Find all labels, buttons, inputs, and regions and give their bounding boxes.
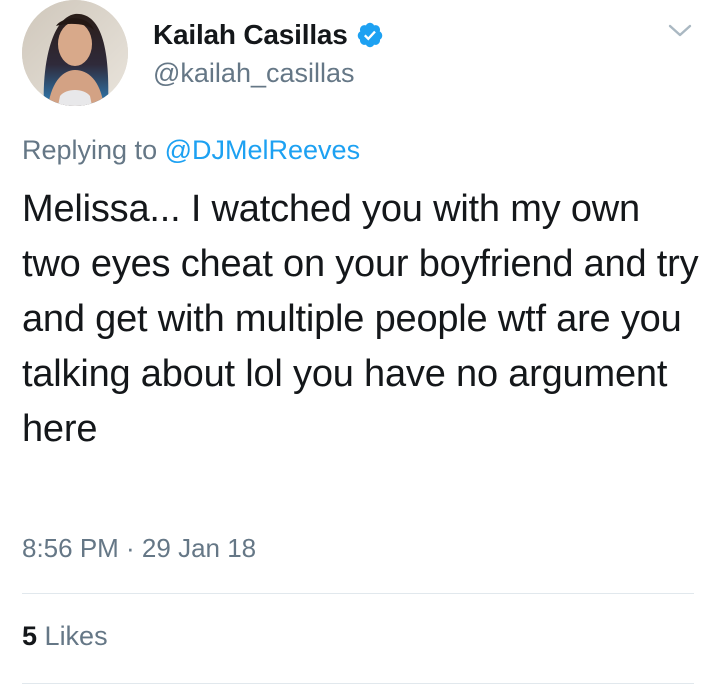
- replying-to: Replying to @DJMelReeves: [22, 135, 360, 166]
- author-name-row[interactable]: Kailah Casillas: [153, 18, 384, 52]
- chevron-down-icon[interactable]: [667, 22, 693, 40]
- author-handle[interactable]: @kailah_casillas: [153, 58, 355, 89]
- replying-to-label: Replying to: [22, 135, 158, 165]
- likes-stat[interactable]: 5 Likes: [22, 621, 108, 652]
- likes-count: 5: [22, 621, 38, 651]
- avatar[interactable]: [22, 0, 128, 106]
- tweet-text: Melissa... I watched you with my own two…: [22, 188, 699, 450]
- verified-badge-icon: [356, 21, 384, 49]
- tweet-timestamp[interactable]: 8:56 PM · 29 Jan 18: [22, 533, 256, 564]
- display-name[interactable]: Kailah Casillas: [153, 19, 348, 51]
- divider: [22, 683, 694, 684]
- reply-mention-link[interactable]: @DJMelReeves: [165, 135, 360, 165]
- tweet-detail: Kailah Casillas @kailah_casillas Replyin…: [0, 0, 717, 696]
- divider: [22, 593, 694, 594]
- avatar-photo: [22, 0, 128, 106]
- likes-label: Likes: [44, 621, 108, 651]
